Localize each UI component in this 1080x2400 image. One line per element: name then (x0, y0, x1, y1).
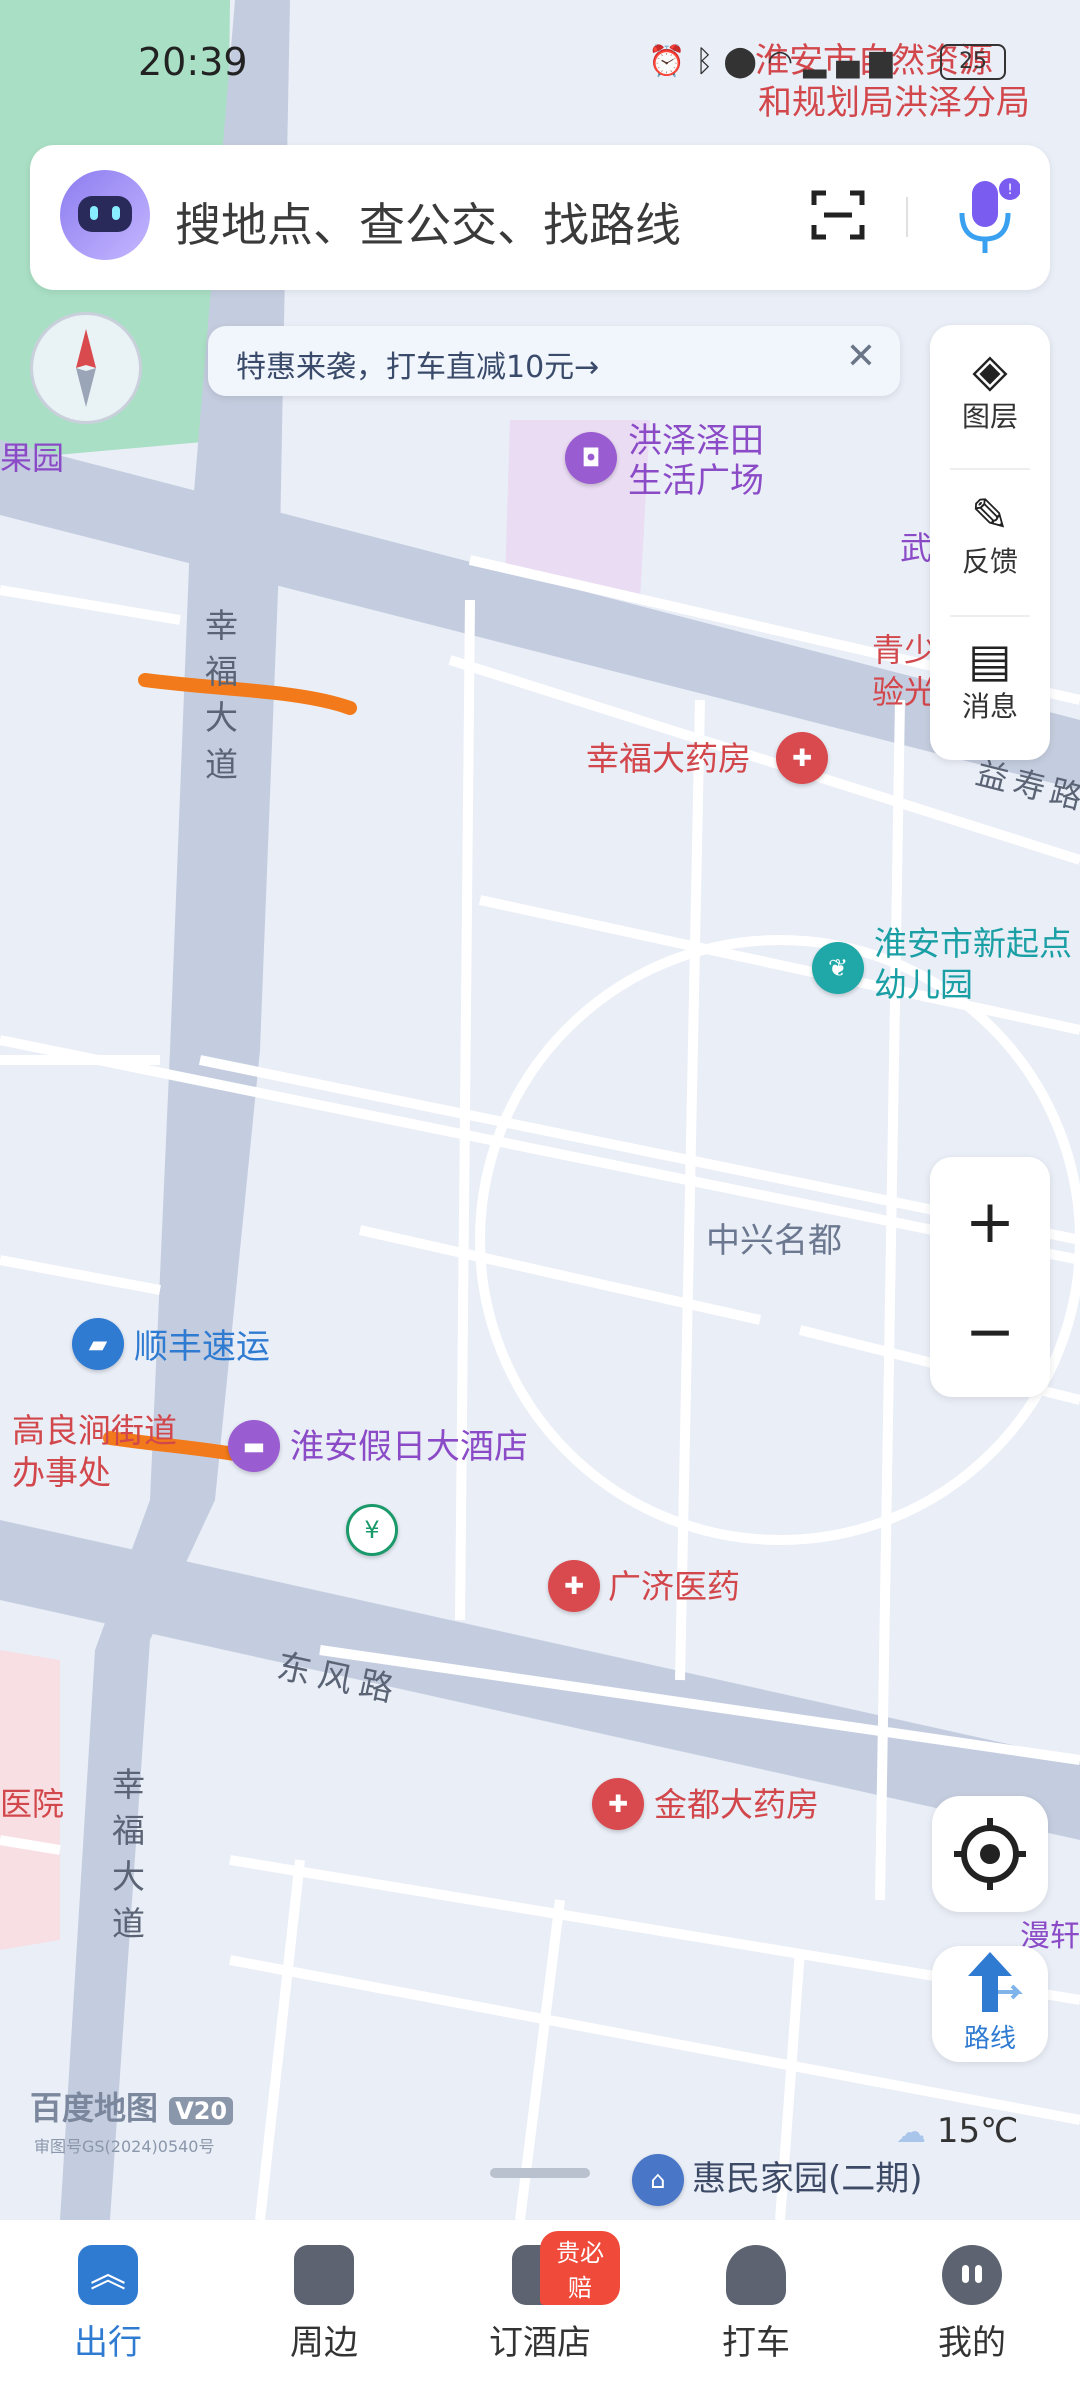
tab-nearby-label: 周边 (290, 2323, 358, 2363)
locate-button[interactable] (932, 1796, 1048, 1912)
status-bar: 20:39 ⏰ᛒ⬤◠▂▄▆ 25 (0, 40, 1080, 90)
battery-icon: 25 (940, 44, 1006, 80)
messages-button[interactable]: ▤ 消息 (930, 635, 1050, 725)
svg-text:!: ! (1007, 182, 1013, 198)
layers-button[interactable]: ◈ 图层 (930, 345, 1050, 435)
search-input[interactable]: 搜地点、查公交、找路线 (175, 189, 681, 255)
route-button[interactable]: 路线 (932, 1946, 1048, 2062)
hotel-badge: 贵必赔 (540, 2231, 620, 2305)
tab-hotel[interactable]: 订酒店 贵必赔 (460, 2231, 620, 2364)
label-youth-1: 青少 (872, 631, 937, 669)
zoom-in-button[interactable]: + (930, 1167, 1050, 1277)
scan-icon[interactable] (810, 187, 866, 243)
bottom-tab-bar: ︽ 出行 周边 订酒店 贵必赔 打车 我的 (0, 2220, 1080, 2400)
label-mall-1[interactable]: 洪泽泽田 (628, 421, 764, 461)
shopping-pin-icon[interactable]: ◘ (565, 432, 617, 484)
tab-taxi[interactable]: 打车 (676, 2245, 836, 2364)
label-wu: 武 (900, 529, 933, 567)
divider (906, 197, 908, 237)
bluetooth-icon: ᛒ (695, 44, 724, 79)
bank-pin-icon[interactable]: ¥ (346, 1504, 398, 1556)
label-jindu-pharmacy[interactable]: 金都大药房 (654, 1786, 819, 1824)
layers-label: 图层 (961, 400, 1018, 433)
label-road-xingfu-2: 幸福大道 (112, 1765, 145, 1943)
layers-icon: ◈ (972, 343, 1008, 397)
residence-pin-icon[interactable]: ⌂ (632, 2154, 684, 2206)
tab-taxi-label: 打车 (722, 2323, 790, 2363)
travel-icon: ︽ (78, 2245, 138, 2305)
pharmacy-pin-icon[interactable]: ✚ (776, 732, 828, 784)
map-license: 审图号GS(2024)0540号 (34, 2137, 215, 2156)
hotel-pin-icon[interactable]: ▬ (228, 1420, 280, 1472)
feedback-button[interactable]: ✎ 反馈 (930, 490, 1050, 580)
voice-icon[interactable]: ! (950, 177, 1021, 257)
status-time: 20:39 (138, 40, 248, 84)
label-youth-2: 验光 (872, 673, 937, 711)
label-road-xingfu: 幸福大道 (205, 606, 238, 784)
signal-icon: ▂▄▆ (803, 44, 903, 79)
weather: ☁ 15℃ (896, 2111, 1019, 2151)
kindergarten-pin-icon[interactable]: ❦ (812, 942, 864, 994)
label-hospital: 医院 (0, 1785, 65, 1823)
close-icon[interactable]: ✕ (846, 336, 876, 377)
cloud-icon: ☁ (896, 2115, 926, 2150)
tab-mine-label: 我的 (938, 2323, 1006, 2363)
promo-text[interactable]: 特惠来袭，打车直减10元→ (236, 342, 599, 386)
tab-nearby[interactable]: 周边 (244, 2245, 404, 2364)
label-sf-express[interactable]: 顺丰速运 (134, 1327, 270, 1367)
search-bar[interactable]: 搜地点、查公交、找路线 ! (30, 145, 1050, 290)
drawer-handle[interactable] (490, 2168, 590, 2178)
guangji-pin-icon[interactable]: ✚ (548, 1560, 600, 1612)
route-label: 路线 (963, 2024, 1016, 2054)
promo-banner[interactable]: 特惠来袭，打车直减10元→ ✕ (208, 326, 900, 396)
label-zhongxing: 中兴名都 (706, 1221, 842, 1261)
status-icons: ⏰ᛒ⬤◠▂▄▆ (648, 44, 902, 79)
messages-label: 消息 (961, 690, 1018, 723)
alarm-icon: ⏰ (648, 44, 696, 79)
label-gaoliang-2[interactable]: 办事处 (12, 1454, 111, 1492)
label-huimin[interactable]: 惠民家园(二期) (692, 2159, 923, 2199)
jindu-pin-icon[interactable]: ✚ (592, 1778, 644, 1830)
map-tools-panel: ◈ 图层 ✎ 反馈 ▤ 消息 (930, 325, 1050, 760)
location-icon: ⬤ (723, 44, 767, 79)
label-kindergarten-2[interactable]: 幼儿园 (874, 966, 973, 1004)
tab-mine[interactable]: 我的 (892, 2245, 1052, 2364)
compass-icon[interactable] (30, 312, 142, 424)
tab-travel[interactable]: ︽ 出行 (28, 2245, 188, 2364)
map-version: V20 (169, 2097, 234, 2125)
label-xingfu-pharmacy[interactable]: 幸福大药房 (586, 740, 751, 778)
label-holiday-hotel[interactable]: 淮安假日大酒店 (290, 1427, 528, 1467)
tab-hotel-label: 订酒店 (489, 2323, 591, 2363)
nearby-icon (294, 2245, 354, 2305)
feedback-label: 反馈 (961, 545, 1018, 578)
route-arrow-icon (968, 1952, 1023, 2012)
label-guangji[interactable]: 广济医药 (608, 1568, 740, 1606)
feedback-icon: ✎ (970, 488, 1010, 542)
profile-icon (942, 2245, 1002, 2305)
message-icon: ▤ (968, 633, 1012, 687)
assistant-avatar-icon[interactable] (60, 170, 150, 260)
taxi-icon (726, 2245, 786, 2305)
label-kindergarten-1[interactable]: 淮安市新起点 (874, 925, 1072, 963)
label-gaoliang-1[interactable]: 高良涧街道 (12, 1412, 177, 1450)
map-brand: 百度地图 V20 (30, 2090, 234, 2127)
label-mall-2[interactable]: 生活广场 (628, 461, 764, 501)
express-pin-icon[interactable]: ▰ (72, 1318, 124, 1370)
zoom-controls: + − (930, 1157, 1050, 1397)
zoom-out-button[interactable]: − (930, 1277, 1050, 1387)
locate-icon (954, 1818, 1026, 1890)
wifi-icon: ◠ (766, 44, 804, 79)
label-guoyuan: 果园 (0, 439, 65, 477)
tab-travel-label: 出行 (74, 2323, 142, 2363)
